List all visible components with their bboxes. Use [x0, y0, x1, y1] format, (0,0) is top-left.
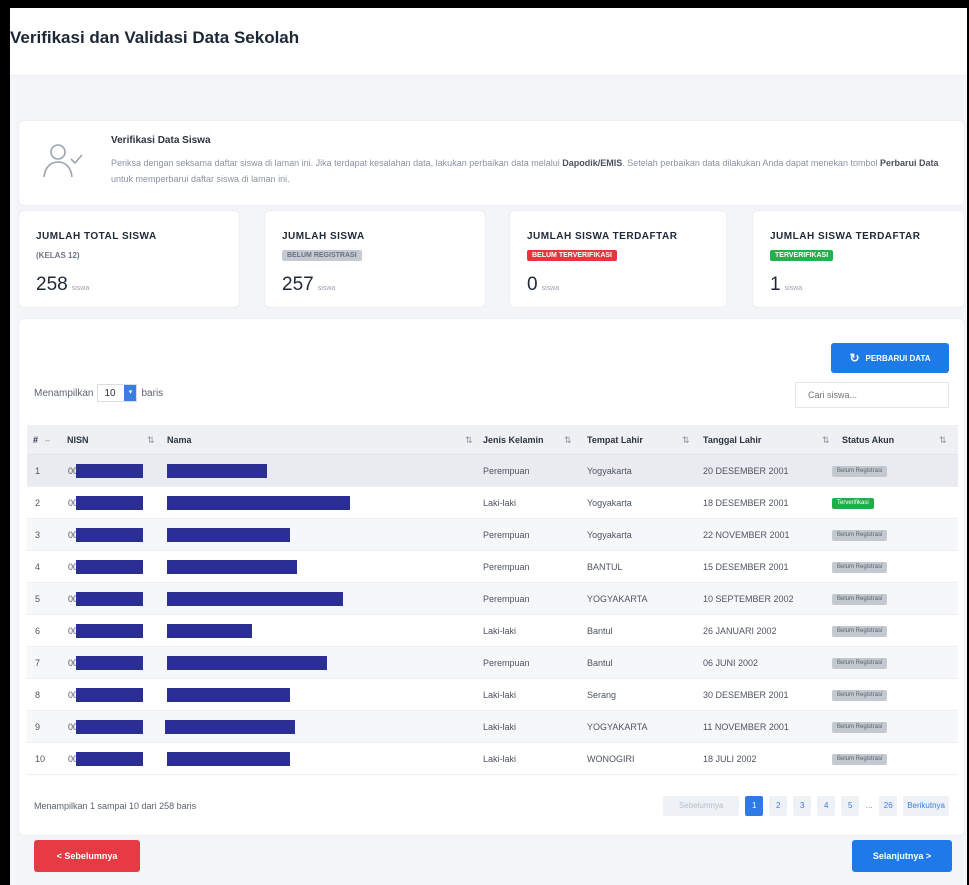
- refresh-data-button[interactable]: ↻ PERBARUI DATA: [831, 343, 949, 373]
- sort-icon[interactable]: ⇅: [822, 425, 830, 455]
- status-badge: TERVERIFIKASI: [770, 250, 834, 261]
- table-row[interactable]: 1 00 Perempuan Yogyakarta 20 DESEMBER 20…: [27, 455, 958, 487]
- student-table-card: ↻ PERBARUI DATA Menampilkan 10 ▾ baris #…: [18, 318, 965, 836]
- page-2[interactable]: 2: [769, 796, 788, 816]
- redacted-nisn: [76, 656, 143, 670]
- redacted-nisn: [76, 496, 143, 510]
- stat-belum-registrasi: JUMLAH SISWA BELUM REGISTRASI 257 siswa: [264, 210, 486, 308]
- redacted-nisn: [76, 528, 143, 542]
- redacted-nisn: [76, 720, 143, 734]
- stat-label: JUMLAH TOTAL SISWA: [36, 231, 157, 242]
- next-step-button[interactable]: Selanjutnya >: [852, 840, 952, 872]
- stat-terverifikasi: JUMLAH SISWA TERDAFTAR TERVERIFIKASI 1 si…: [752, 210, 965, 308]
- stat-total-siswa: JUMLAH TOTAL SISWA (KELAS 12) 258 siswa: [18, 210, 240, 308]
- status-badge: BELUM REGISTRASI: [282, 250, 362, 261]
- sort-icon[interactable]: ⇅: [939, 425, 947, 455]
- page-3[interactable]: 3: [793, 796, 812, 816]
- col-nisn[interactable]: NISN: [67, 425, 89, 455]
- page-length-select[interactable]: 10 ▾: [97, 384, 138, 402]
- status-badge: Belum Registrasi: [832, 690, 888, 701]
- redacted-name: [167, 752, 290, 766]
- page-title: Verifikasi dan Validasi Data Sekolah: [10, 28, 300, 47]
- col-nama[interactable]: Nama: [167, 425, 192, 455]
- sort-icon[interactable]: ⇅: [147, 425, 155, 455]
- pagination: Sebelumnya 1 2 3 4 5 ... 26 Berikutnya: [663, 796, 949, 816]
- pagination-next[interactable]: Berikutnya: [903, 796, 949, 816]
- redacted-name: [167, 560, 297, 574]
- redacted-name: [165, 720, 295, 734]
- stat-value: 257 siswa: [282, 274, 336, 295]
- stat-label: JUMLAH SISWA TERDAFTAR: [527, 231, 678, 242]
- page-5[interactable]: 5: [841, 796, 860, 816]
- page-26[interactable]: 26: [879, 796, 898, 816]
- status-badge: Belum Registrasi: [832, 722, 888, 733]
- info-text: Periksa dengan seksama daftar siswa di l…: [111, 158, 939, 184]
- stat-value: 1 siswa: [770, 274, 803, 295]
- table-row[interactable]: 7 00 Perempuan Bantul 06 JUNI 2002 Belum…: [27, 647, 958, 679]
- redacted-name: [167, 528, 290, 542]
- redacted-name: [167, 688, 290, 702]
- info-card: Verifikasi Data Siswa Periksa dengan sek…: [18, 120, 965, 206]
- status-badge: Belum Registrasi: [832, 754, 888, 765]
- col-status[interactable]: Status Akun: [842, 425, 894, 455]
- redacted-name: [167, 592, 343, 606]
- redacted-nisn: [76, 592, 143, 606]
- status-badge: Belum Registrasi: [832, 530, 888, 541]
- refresh-icon: ↻: [849, 351, 860, 365]
- stat-label: JUMLAH SISWA: [282, 231, 365, 242]
- page-4[interactable]: 4: [817, 796, 836, 816]
- status-badge: Belum Registrasi: [832, 658, 888, 669]
- redacted-name: [167, 624, 252, 638]
- status-badge: Belum Registrasi: [832, 562, 888, 573]
- table-header: # – NISN ⇅ Nama ⇅ Jenis Kelamin ⇅ Tempat…: [27, 425, 958, 455]
- redacted-nisn: [76, 464, 143, 478]
- app-frame: Verifikasi dan Validasi Data Sekolah Ver…: [10, 8, 967, 885]
- table-row[interactable]: 9 00 Laki-laki YOGYAKARTA 11 NOVEMBER 20…: [27, 711, 958, 743]
- page-header: Verifikasi dan Validasi Data Sekolah: [10, 8, 967, 76]
- search-input[interactable]: [795, 382, 949, 408]
- redacted-name: [167, 496, 350, 510]
- redacted-nisn: [76, 560, 143, 574]
- stat-label: JUMLAH SISWA TERDAFTAR: [770, 231, 921, 242]
- pagination-prev[interactable]: Sebelumnya: [663, 796, 740, 816]
- page-1[interactable]: 1: [745, 796, 764, 816]
- redacted-nisn: [76, 624, 143, 638]
- stat-value: 258 siswa: [36, 274, 90, 295]
- col-birthdate[interactable]: Tanggal Lahir: [703, 425, 761, 455]
- table-row[interactable]: 8 00 Laki-laki Serang 30 DESEMBER 2001 B…: [27, 679, 958, 711]
- table-row[interactable]: 10 00 Laki-laki WONOGIRI 18 JULI 2002 Be…: [27, 743, 958, 775]
- page-length-control: Menampilkan 10 ▾ baris: [34, 384, 163, 402]
- user-check-icon: [43, 144, 83, 178]
- col-gender[interactable]: Jenis Kelamin: [483, 425, 544, 455]
- col-no[interactable]: #: [33, 425, 38, 455]
- info-title: Verifikasi Data Siswa: [111, 135, 211, 146]
- status-badge: Belum Registrasi: [832, 626, 888, 637]
- redacted-name: [167, 464, 267, 478]
- sort-icon[interactable]: ⇅: [682, 425, 690, 455]
- redacted-name: [167, 656, 327, 670]
- table-row[interactable]: 6 00 Laki-laki Bantul 26 JANUARI 2002 Be…: [27, 615, 958, 647]
- stat-belum-terverifikasi: JUMLAH SISWA TERDAFTAR BELUM TERVERIFIKA…: [509, 210, 727, 308]
- previous-step-button[interactable]: < Sebelumnya: [34, 840, 140, 872]
- table-row[interactable]: 2 00 Laki-laki Yogyakarta 18 DESEMBER 20…: [27, 487, 958, 519]
- sort-icon[interactable]: ⇅: [564, 425, 572, 455]
- sort-icon[interactable]: ⇅: [465, 425, 473, 455]
- table-row[interactable]: 4 00 Perempuan BANTUL 15 DESEMBER 2001 B…: [27, 551, 958, 583]
- sort-icon[interactable]: –: [45, 425, 50, 455]
- chevron-down-icon: ▾: [124, 385, 137, 401]
- page-ellipsis: ...: [865, 801, 873, 810]
- redacted-nisn: [76, 752, 143, 766]
- table-row[interactable]: 3 00 Perempuan Yogyakarta 22 NOVEMBER 20…: [27, 519, 958, 551]
- stat-value: 0 siswa: [527, 274, 560, 295]
- stat-sub: (KELAS 12): [36, 251, 80, 260]
- status-badge: Belum Registrasi: [832, 466, 888, 477]
- table-info: Menampilkan 1 sampai 10 dari 258 baris: [34, 801, 197, 811]
- redacted-nisn: [76, 688, 143, 702]
- table-row[interactable]: 5 00 Perempuan YOGYAKARTA 10 SEPTEMBER 2…: [27, 583, 958, 615]
- status-badge: Terverifikasi: [832, 498, 874, 509]
- col-birthplace[interactable]: Tempat Lahir: [587, 425, 643, 455]
- status-badge: Belum Registrasi: [832, 594, 888, 605]
- status-badge: BELUM TERVERIFIKASI: [527, 250, 617, 261]
